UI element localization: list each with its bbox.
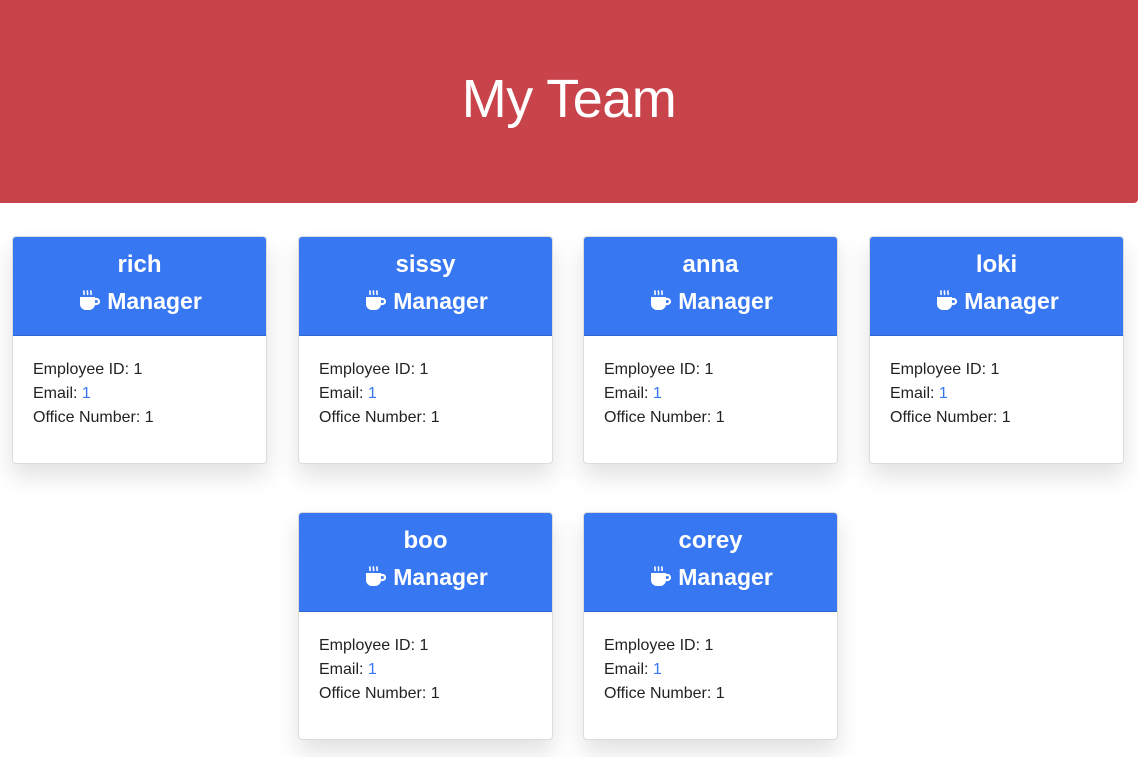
employee-id-value: 1 [133,361,143,378]
role-label: Manager [964,288,1059,314]
office-number-value: 1 [144,409,154,426]
coffee-cup-icon [937,290,958,310]
employee-id-value: 1 [419,637,429,654]
email-link[interactable]: 1 [653,385,662,402]
employee-role: Manager [13,286,266,316]
employee-name: rich [117,251,162,278]
coffee-cup-icon [651,566,672,586]
card-header: corey Manager [584,513,837,612]
office-number-label: Office Number: [319,685,427,702]
employee-id-row: Employee ID: 1 [319,634,532,658]
office-number-value: 1 [430,409,440,426]
email-row: Email: 1 [33,382,246,406]
employee-id-value: 1 [704,637,714,654]
office-number-label: Office Number: [890,409,998,426]
employee-id-row: Employee ID: 1 [604,634,817,658]
employee-card: rich Manager Employee ID: 1 Email: 1 Off… [12,236,267,464]
office-number-row: Office Number: 1 [604,682,817,706]
employee-id-value: 1 [990,361,1000,378]
employee-name: sissy [395,251,456,278]
office-number-value: 1 [430,685,440,702]
email-row: Email: 1 [604,658,817,682]
card-header: loki Manager [870,237,1123,336]
employee-id-row: Employee ID: 1 [319,358,532,382]
email-link[interactable]: 1 [368,385,377,402]
office-number-value: 1 [1001,409,1011,426]
employee-id-label: Employee ID: [604,637,701,654]
card-header: rich Manager [13,237,266,336]
employee-id-label: Employee ID: [604,361,701,378]
card-body: Employee ID: 1 Email: 1 Office Number: 1 [299,336,552,430]
role-label: Manager [107,288,202,314]
office-number-row: Office Number: 1 [319,682,532,706]
email-label: Email: [890,385,935,402]
page-header: My Team [0,0,1138,203]
employee-name: corey [678,527,743,554]
email-label: Email: [319,385,364,402]
coffee-cup-icon [80,290,101,310]
employee-id-value: 1 [419,361,429,378]
employee-id-row: Employee ID: 1 [890,358,1103,382]
employee-card: anna Manager Employee ID: 1 Email: 1 Off… [583,236,838,464]
employee-id-label: Employee ID: [33,361,130,378]
email-row: Email: 1 [890,382,1103,406]
employee-id-label: Employee ID: [319,361,416,378]
card-body: Employee ID: 1 Email: 1 Office Number: 1 [584,612,837,706]
coffee-cup-icon [366,290,387,310]
card-body: Employee ID: 1 Email: 1 Office Number: 1 [13,336,266,430]
email-link[interactable]: 1 [82,385,91,402]
employee-name: boo [403,527,448,554]
email-label: Email: [604,661,649,678]
email-label: Email: [604,385,649,402]
employee-role: Manager [870,286,1123,316]
employee-id-value: 1 [704,361,714,378]
card-body: Employee ID: 1 Email: 1 Office Number: 1 [870,336,1123,430]
role-label: Manager [393,564,488,590]
office-number-value: 1 [715,685,725,702]
role-label: Manager [393,288,488,314]
employee-id-label: Employee ID: [319,637,416,654]
employee-card: sissy Manager Employee ID: 1 Email: 1 Of… [298,236,553,464]
office-number-row: Office Number: 1 [890,406,1103,430]
email-row: Email: 1 [319,382,532,406]
employee-name: loki [975,251,1018,278]
employee-card: corey Manager Employee ID: 1 Email: 1 Of… [583,512,838,740]
card-body: Employee ID: 1 Email: 1 Office Number: 1 [584,336,837,430]
email-link[interactable]: 1 [939,385,948,402]
office-number-label: Office Number: [604,685,712,702]
email-link[interactable]: 1 [368,661,377,678]
coffee-cup-icon [366,566,387,586]
employee-role: Manager [584,562,837,592]
page-title: My Team [461,68,677,129]
office-number-label: Office Number: [33,409,141,426]
employee-name: anna [682,251,739,278]
employee-card: boo Manager Employee ID: 1 Email: 1 Offi… [298,512,553,740]
employee-role: Manager [299,286,552,316]
office-number-row: Office Number: 1 [33,406,246,430]
card-header: boo Manager [299,513,552,612]
coffee-cup-icon [651,290,672,310]
office-number-label: Office Number: [319,409,427,426]
card-body: Employee ID: 1 Email: 1 Office Number: 1 [299,612,552,706]
office-number-row: Office Number: 1 [319,406,532,430]
card-header: anna Manager [584,237,837,336]
card-header: sissy Manager [299,237,552,336]
role-label: Manager [678,564,773,590]
office-number-label: Office Number: [604,409,712,426]
employee-role: Manager [584,286,837,316]
email-label: Email: [33,385,78,402]
office-number-row: Office Number: 1 [604,406,817,430]
employee-id-row: Employee ID: 1 [33,358,246,382]
employee-card: loki Manager Employee ID: 1 Email: 1 Off… [869,236,1124,464]
email-link[interactable]: 1 [653,661,662,678]
email-label: Email: [319,661,364,678]
role-label: Manager [678,288,773,314]
employee-id-row: Employee ID: 1 [604,358,817,382]
email-row: Email: 1 [319,658,532,682]
employee-id-label: Employee ID: [890,361,987,378]
employee-role: Manager [299,562,552,592]
email-row: Email: 1 [604,382,817,406]
office-number-value: 1 [715,409,725,426]
